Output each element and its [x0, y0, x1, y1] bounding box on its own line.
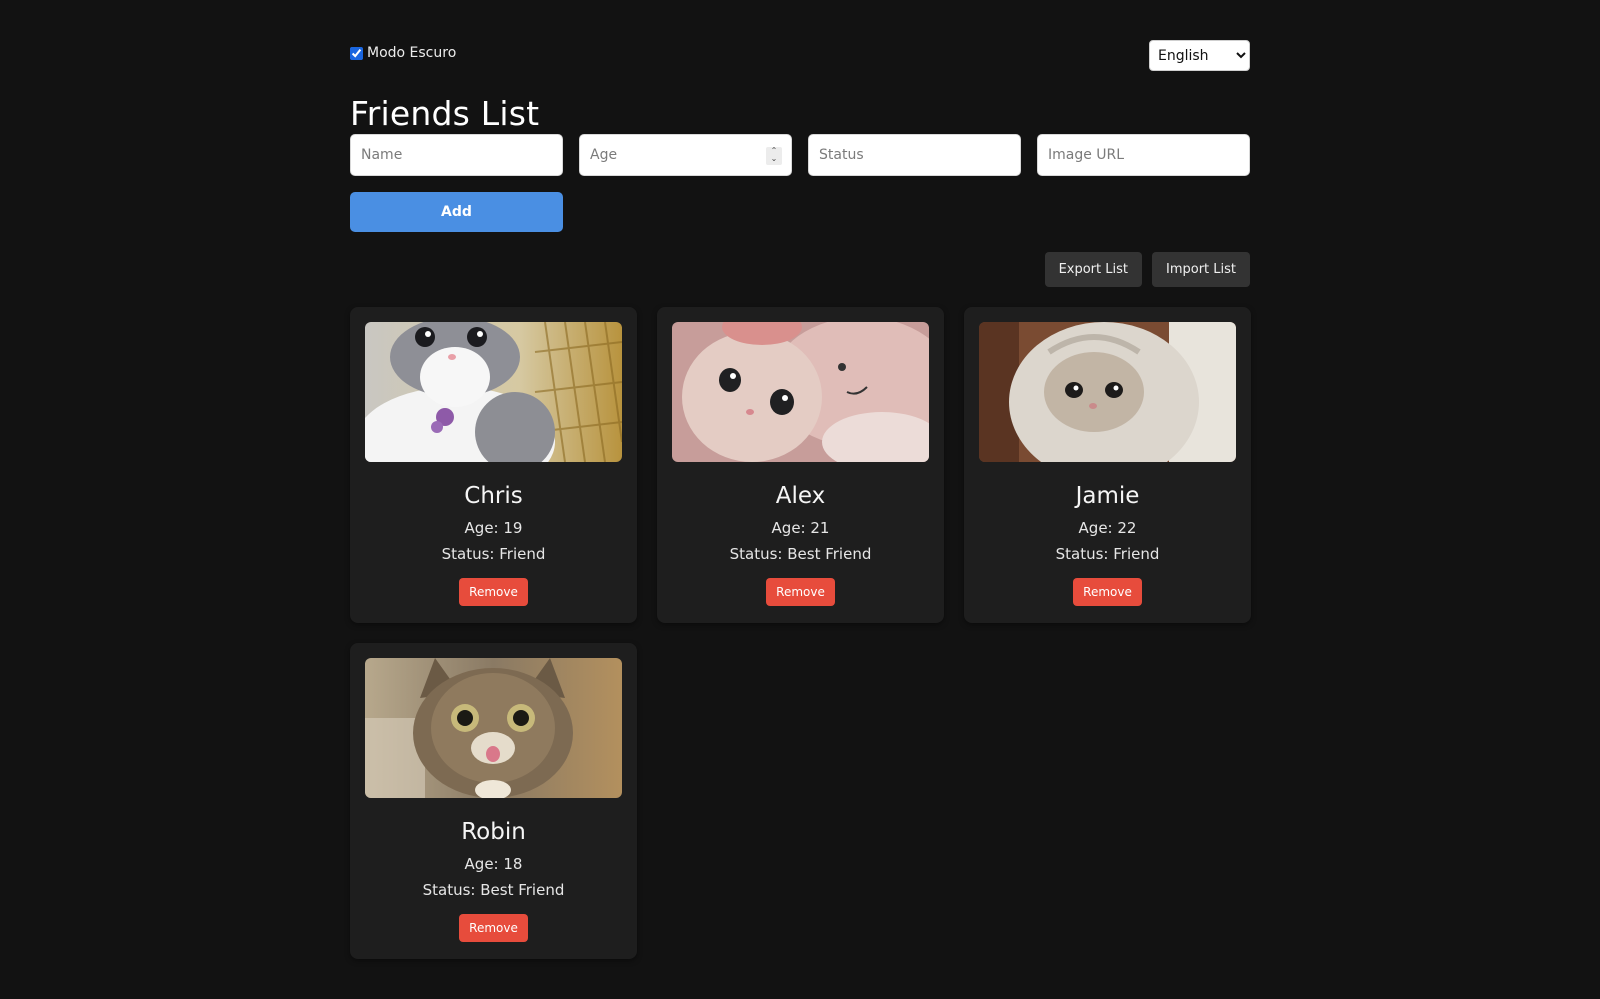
dark-mode-label: Modo Escuro [367, 45, 457, 61]
list-actions: Export List Import List [350, 252, 1250, 287]
friend-name: Chris [464, 483, 523, 509]
friend-status: Status: Friend [1055, 545, 1160, 563]
add-friend-form: ⌃⌄ [350, 134, 1250, 176]
app-container: Modo Escuro English Friends List ⌃⌄ Add … [350, 0, 1251, 959]
add-button[interactable]: Add [350, 192, 563, 232]
age-input[interactable] [579, 134, 792, 176]
friend-name: Robin [461, 819, 526, 845]
age-field: ⌃⌄ [579, 134, 792, 176]
friend-photo-cat-grey-white [365, 322, 622, 462]
page-title: Friends List [350, 94, 540, 133]
image-url-input[interactable] [1037, 134, 1250, 176]
name-input[interactable] [350, 134, 563, 176]
friend-photo-cat-pink-hood [672, 322, 929, 462]
export-list-button[interactable]: Export List [1044, 252, 1142, 287]
friend-age: Age: 19 [464, 519, 523, 537]
friend-age: Age: 22 [1078, 519, 1137, 537]
friend-photo-cat-tabby [365, 658, 622, 798]
friend-photo-cat-blanket [979, 322, 1236, 462]
dark-mode-toggle[interactable]: Modo Escuro [350, 45, 456, 61]
friend-age: Age: 18 [464, 855, 523, 873]
language-select[interactable]: English [1149, 40, 1250, 71]
status-input[interactable] [808, 134, 1021, 176]
friend-status: Status: Friend [441, 545, 546, 563]
friend-status: Status: Best Friend [729, 545, 872, 563]
friend-card: Jamie Age: 22 Status: Friend Remove [964, 307, 1251, 623]
friend-age: Age: 21 [771, 519, 830, 537]
age-stepper-icon[interactable]: ⌃ ⌄ [766, 147, 782, 165]
remove-button[interactable]: Remove [459, 578, 528, 606]
top-bar: Modo Escuro English [350, 40, 1250, 84]
friend-name: Jamie [1075, 483, 1140, 509]
friend-name: Alex [775, 483, 826, 509]
friends-grid: Chris Age: 19 Status: Friend Remove Alex… [350, 307, 1251, 959]
friend-card: Alex Age: 21 Status: Best Friend Remove [657, 307, 944, 623]
remove-button[interactable]: Remove [766, 578, 835, 606]
remove-button[interactable]: Remove [459, 914, 528, 942]
remove-button[interactable]: Remove [1073, 578, 1142, 606]
import-list-button[interactable]: Import List [1151, 252, 1250, 287]
friend-status: Status: Best Friend [422, 881, 565, 899]
friend-card: Chris Age: 19 Status: Friend Remove [350, 307, 637, 623]
friend-card: Robin Age: 18 Status: Best Friend Remove [350, 643, 637, 959]
dark-mode-checkbox[interactable] [350, 46, 363, 60]
